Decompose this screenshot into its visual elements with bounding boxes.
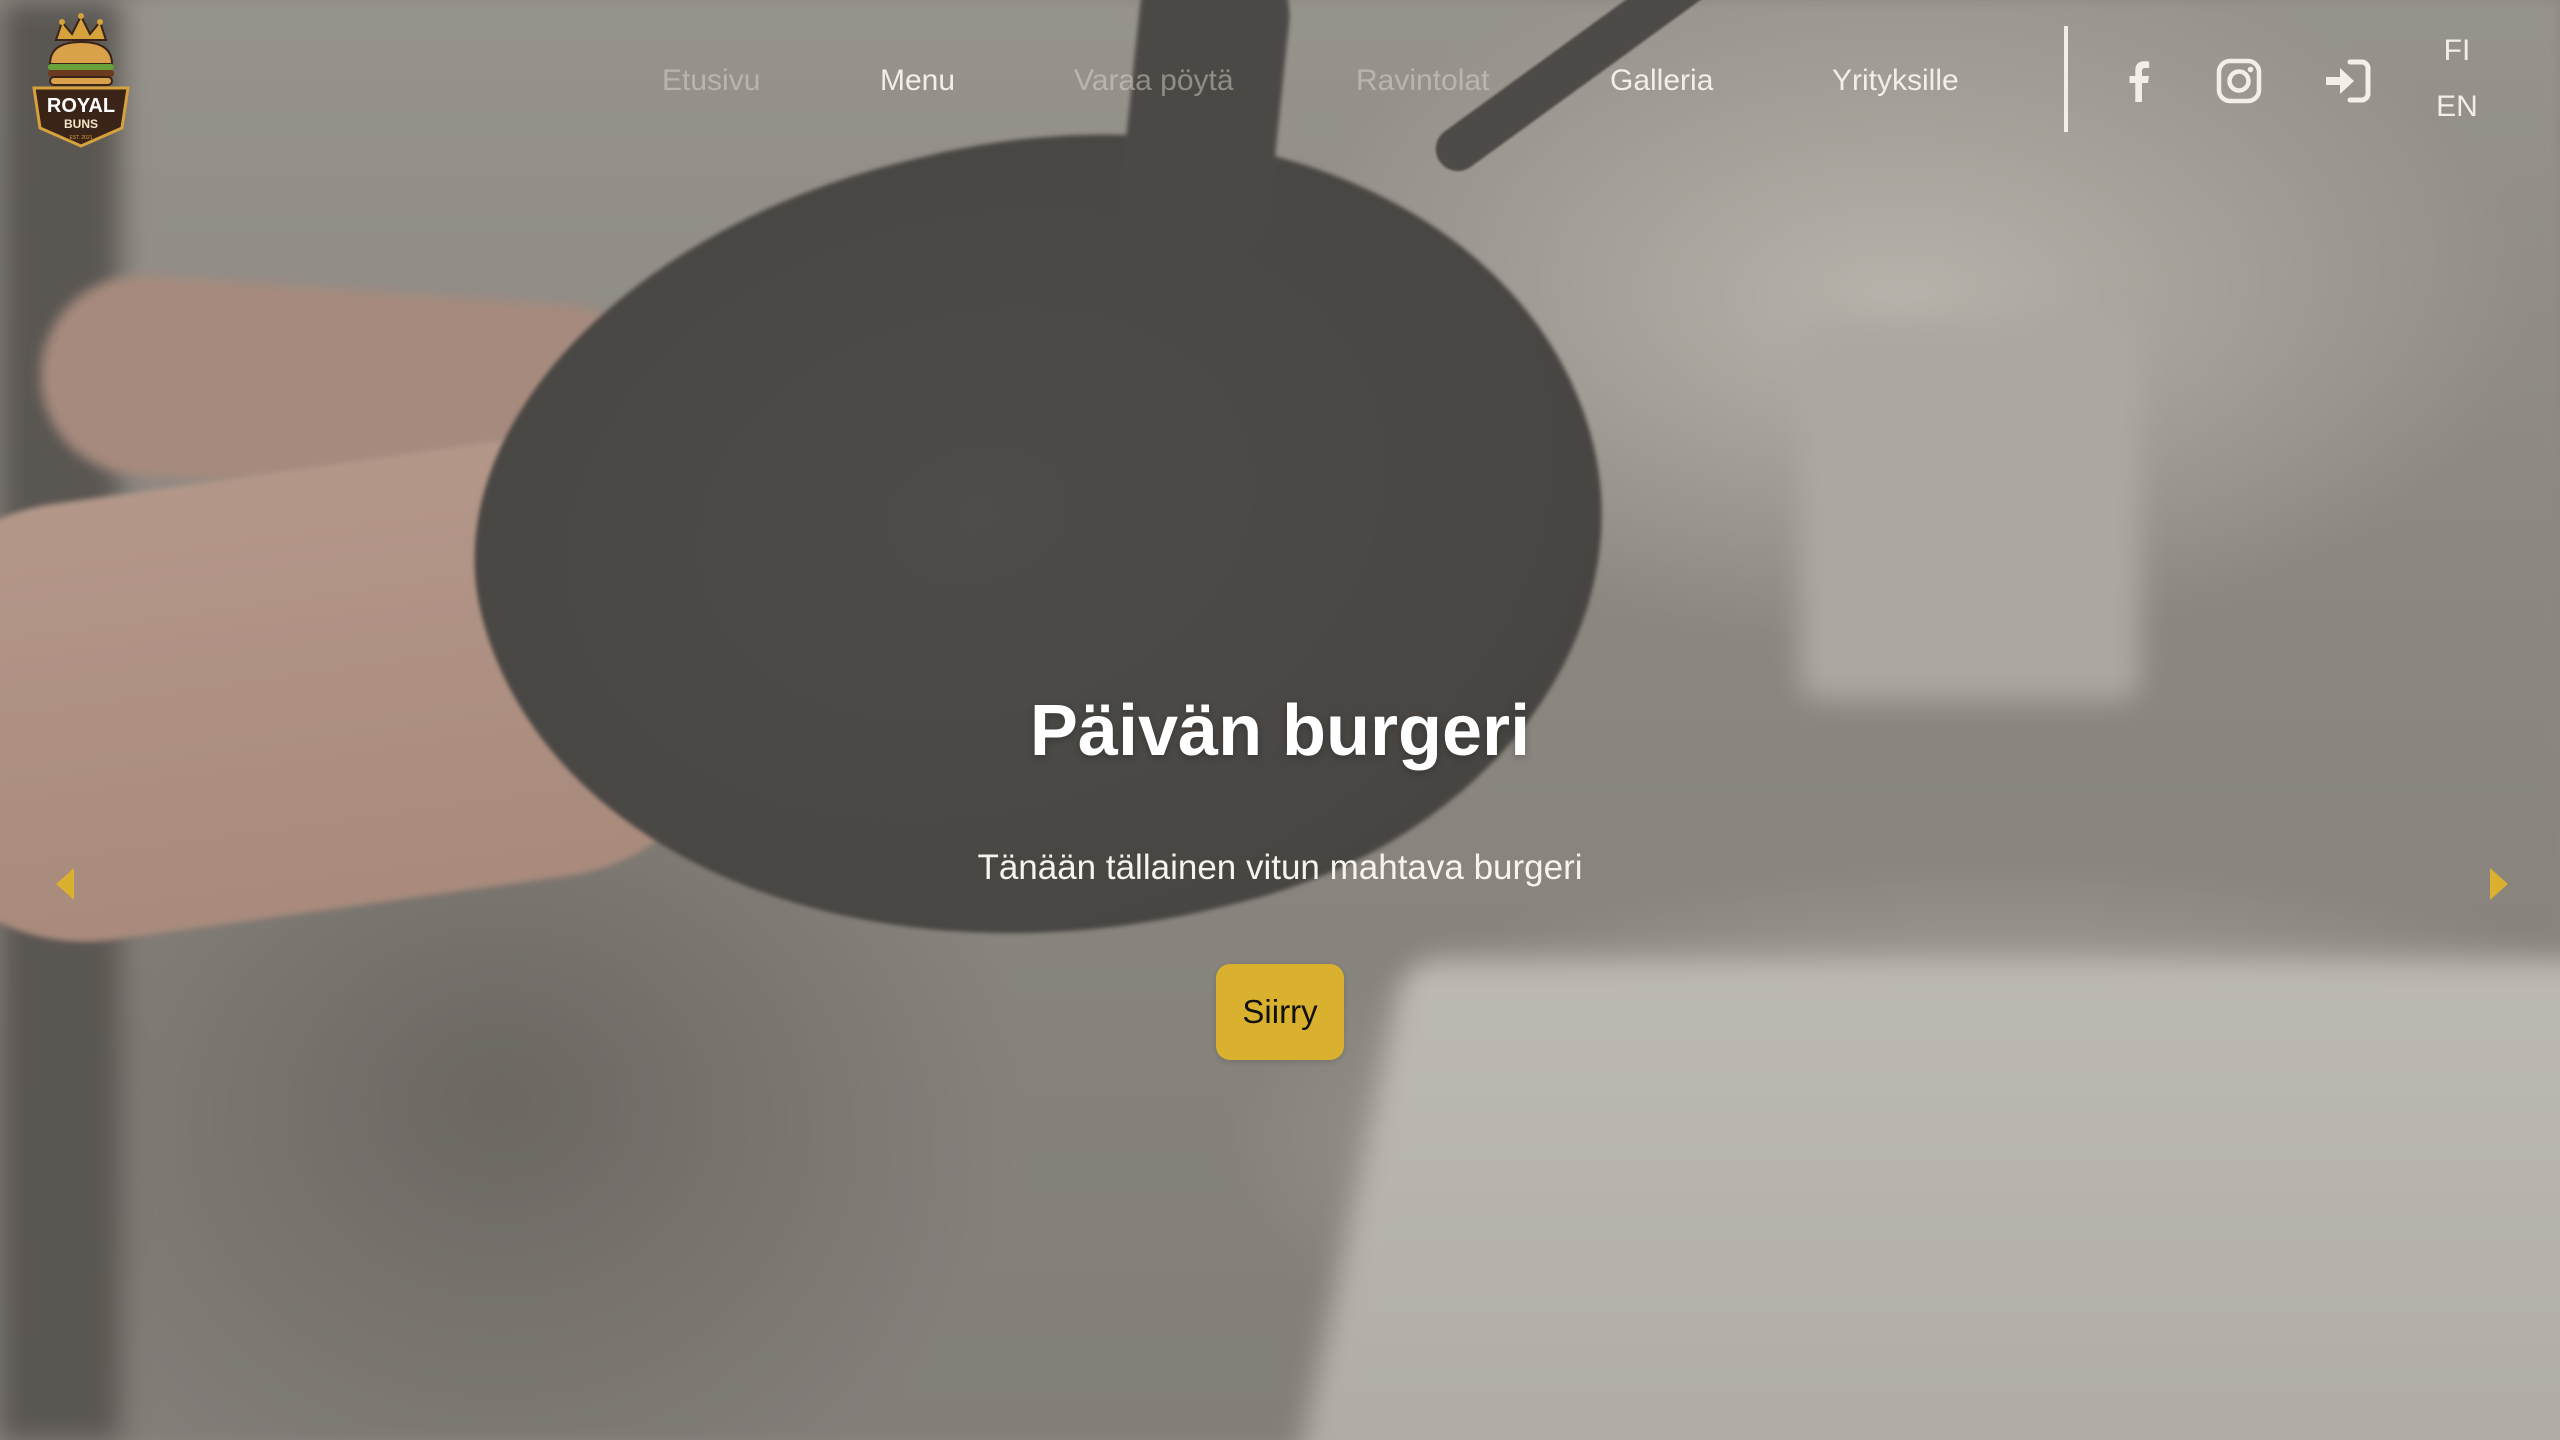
logo-buns-text: BUNS — [64, 117, 98, 131]
nav-item-galleria[interactable]: Galleria — [1610, 58, 1713, 104]
nav-item-etusivu[interactable]: Etusivu — [662, 58, 760, 104]
slider-next-arrow-icon[interactable] — [2484, 864, 2514, 904]
hero-subtitle: Tänään tällainen vitun mahtava burgeri — [977, 848, 1583, 887]
hero-title: Päivän burgeri — [1029, 691, 1531, 771]
nav-item-varaa-poyta[interactable]: Varaa pöytä — [1074, 58, 1234, 104]
nav-item-yrityksille[interactable]: Yrityksille — [1832, 58, 1959, 104]
login-icon[interactable] — [2320, 54, 2374, 108]
site-header: ROYAL BUNS EST. 2021 Etusivu Menu Varaa … — [0, 0, 2560, 160]
header-divider — [2064, 26, 2068, 132]
nav-item-ravintolat[interactable]: Ravintolat — [1356, 58, 1489, 104]
facebook-icon[interactable] — [2112, 54, 2166, 108]
nav-item-menu[interactable]: Menu — [880, 58, 955, 104]
logo-royal-text: ROYAL — [47, 95, 115, 117]
hero-cta-button[interactable]: Siirry — [1216, 964, 1344, 1060]
logo-est-text: EST. 2021 — [69, 135, 92, 141]
page: ROYAL BUNS EST. 2021 Etusivu Menu Varaa … — [0, 0, 2560, 1440]
royal-buns-logo[interactable]: ROYAL BUNS EST. 2021 — [26, 10, 136, 150]
instagram-icon[interactable] — [2212, 54, 2266, 108]
language-en[interactable]: EN — [2432, 90, 2482, 124]
language-fi[interactable]: FI — [2432, 34, 2482, 68]
slider-prev-arrow-icon[interactable] — [50, 864, 80, 904]
